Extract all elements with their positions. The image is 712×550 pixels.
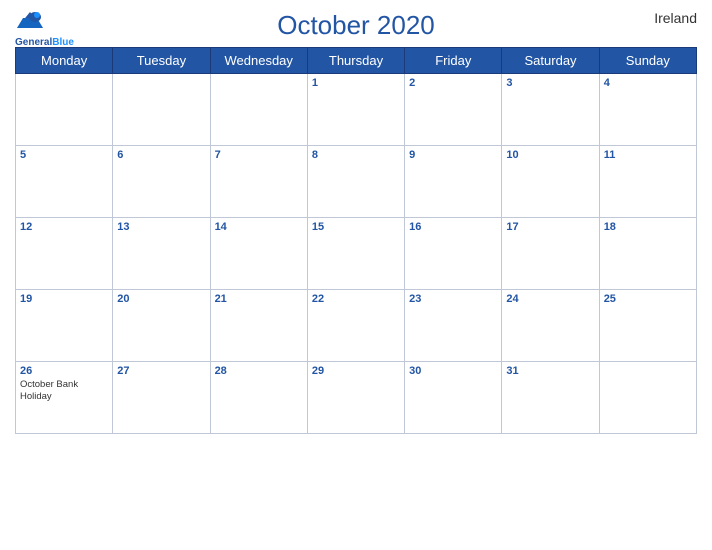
header-sunday: Sunday [599,48,696,74]
table-row: 2 [405,74,502,146]
table-row: 26 October Bank Holiday [16,362,113,434]
week-row-1: 1234 [16,74,697,146]
calendar-body: 1234567891011121314151617181920212223242… [16,74,697,434]
day-number: 9 [409,149,497,161]
table-row: 4 [599,74,696,146]
day-number: 1 [312,77,400,89]
week-row-4: 19 20 21 22 23 24 25 [16,290,697,362]
table-row: 28 [210,362,307,434]
calendar-country: Ireland [654,10,697,26]
week-row-3: 12 13 14 15 16 17 18 [16,218,697,290]
day-number: 6 [117,149,205,161]
header-thursday: Thursday [307,48,404,74]
day-number: 28 [215,365,303,377]
day-number: 13 [117,221,205,233]
table-row [210,74,307,146]
day-number: 15 [312,221,400,233]
day-number: 27 [117,365,205,377]
table-row: 17 [502,218,599,290]
table-row: 5 [16,146,113,218]
table-row [113,74,210,146]
day-number: 3 [506,77,594,89]
table-row [16,74,113,146]
table-row: 12 [16,218,113,290]
table-row: 18 [599,218,696,290]
table-row: 20 [113,290,210,362]
day-number: 20 [117,293,205,305]
day-number: 11 [604,149,692,161]
table-row: 3 [502,74,599,146]
day-number: 24 [506,293,594,305]
table-row: 6 [113,146,210,218]
calendar-title: October 2020 [15,10,697,41]
table-row: 15 [307,218,404,290]
table-row: 22 [307,290,404,362]
table-row: 30 [405,362,502,434]
table-row [599,362,696,434]
table-row: 9 [405,146,502,218]
day-number: 18 [604,221,692,233]
table-row: 1 [307,74,404,146]
weekday-header-row: Monday Tuesday Wednesday Thursday Friday… [16,48,697,74]
table-row: 13 [113,218,210,290]
day-number: 16 [409,221,497,233]
day-number: 26 [20,365,108,377]
table-row: 23 [405,290,502,362]
table-row: 25 [599,290,696,362]
day-number: 21 [215,293,303,305]
day-number: 14 [215,221,303,233]
header-monday: Monday [16,48,113,74]
header-saturday: Saturday [502,48,599,74]
day-number: 8 [312,149,400,161]
day-number: 29 [312,365,400,377]
table-row: 31 [502,362,599,434]
header-friday: Friday [405,48,502,74]
day-number: 2 [409,77,497,89]
day-number: 22 [312,293,400,305]
week-row-2: 56789 10 11 [16,146,697,218]
day-number: 10 [506,149,594,161]
logo: GeneralBlue [15,10,74,50]
table-row: 11 [599,146,696,218]
header-wednesday: Wednesday [210,48,307,74]
table-row: 19 [16,290,113,362]
table-row: 14 [210,218,307,290]
logo-general: GeneralBlue [15,32,74,50]
table-row: 10 [502,146,599,218]
logo-icon [15,10,45,32]
calendar-grid: Monday Tuesday Wednesday Thursday Friday… [15,47,697,434]
day-number: 5 [20,149,108,161]
table-row: 24 [502,290,599,362]
table-row: 7 [210,146,307,218]
day-number: 17 [506,221,594,233]
table-row: 27 [113,362,210,434]
day-number: 23 [409,293,497,305]
day-number: 4 [604,77,692,89]
table-row: 29 [307,362,404,434]
header-tuesday: Tuesday [113,48,210,74]
day-event: October Bank Holiday [20,379,108,404]
day-number: 7 [215,149,303,161]
day-number: 12 [20,221,108,233]
calendar: GeneralBlue October 2020 Ireland Monday … [0,0,712,550]
day-number: 31 [506,365,594,377]
day-number: 19 [20,293,108,305]
table-row: 8 [307,146,404,218]
day-number: 25 [604,293,692,305]
calendar-header: GeneralBlue October 2020 Ireland [15,10,697,41]
table-row: 16 [405,218,502,290]
week-row-5: 26 October Bank Holiday 27 28 29 30 31 [16,362,697,434]
day-number: 30 [409,365,497,377]
table-row: 21 [210,290,307,362]
